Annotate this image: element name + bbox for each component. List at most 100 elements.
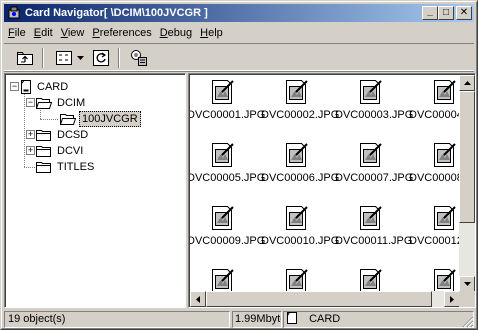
arrow-up-icon bbox=[463, 81, 471, 85]
menu-label-rest: dit bbox=[41, 27, 53, 39]
status-location: CARD bbox=[283, 311, 474, 328]
scroll-down-button[interactable] bbox=[459, 276, 475, 292]
card-navigator-window: Card Navigator[ \DCIM\100JVCGR ] _ □ ✕ F… bbox=[0, 0, 478, 330]
menu-label-rest: ebug bbox=[167, 27, 193, 39]
menu-accelerator: D bbox=[159, 27, 168, 39]
tree-expander-card[interactable]: − bbox=[10, 82, 19, 91]
image-file-icon bbox=[285, 142, 309, 168]
scroll-right-button[interactable] bbox=[444, 291, 460, 307]
menu-help[interactable]: Help bbox=[196, 24, 227, 42]
large-icons-view-icon bbox=[56, 51, 72, 65]
toolbar bbox=[4, 43, 474, 72]
refresh-button[interactable] bbox=[90, 48, 112, 68]
file-name: DVC00005.JPG bbox=[189, 172, 266, 184]
file-name: DVC00007.JPG bbox=[335, 172, 414, 184]
tree-item-dcvi[interactable]: DCVI bbox=[36, 143, 85, 159]
file-item[interactable]: DVC00009.JPG bbox=[189, 203, 266, 263]
card-connect-icon bbox=[131, 50, 147, 66]
open-folder-icon bbox=[60, 112, 76, 126]
image-file-icon bbox=[433, 79, 457, 105]
tree-item-label: DCSD bbox=[57, 129, 89, 141]
views-button[interactable] bbox=[54, 48, 74, 68]
folder-icon bbox=[36, 128, 52, 142]
tree-item-card[interactable]: CARD bbox=[20, 79, 70, 95]
file-item[interactable]: DVC00007.JPG bbox=[335, 140, 414, 200]
tree-expander-dcim[interactable]: − bbox=[26, 98, 35, 107]
menu-label-rest: iew bbox=[67, 27, 85, 39]
file-name: DVC00006.JPG bbox=[261, 172, 340, 184]
menu-preferences[interactable]: Preferences bbox=[88, 24, 155, 42]
vertical-scrollbar[interactable] bbox=[459, 75, 475, 292]
minimize-icon: _ bbox=[427, 6, 433, 17]
scroll-left-button[interactable] bbox=[190, 291, 206, 307]
menu-label-rest: elp bbox=[208, 27, 223, 39]
file-name: DVC00010.JPG bbox=[261, 235, 340, 247]
close-button[interactable]: ✕ bbox=[456, 6, 472, 20]
tree-item-dcsd[interactable]: DCSD bbox=[36, 127, 90, 143]
tree-item-titles[interactable]: TITLES bbox=[36, 159, 96, 175]
file-name: DVC00001.JPG bbox=[189, 109, 266, 121]
minimize-button[interactable]: _ bbox=[422, 6, 438, 20]
image-file-icon bbox=[211, 79, 235, 105]
menu-accelerator: F bbox=[8, 27, 15, 39]
folder-tree-pane[interactable]: − CARD − DCIM 100JVCGR + DCSD + DCVI TITLES bbox=[4, 73, 186, 308]
title-bar[interactable]: Card Navigator[ \DCIM\100JVCGR ] _ □ ✕ bbox=[4, 4, 474, 22]
up-folder-button[interactable] bbox=[14, 48, 36, 68]
card-icon bbox=[20, 80, 32, 94]
tree-item-label: TITLES bbox=[57, 161, 95, 173]
tree-connector-line bbox=[24, 167, 35, 168]
menu-bar: File Edit View Preferences Debug Help bbox=[4, 24, 227, 42]
views-dropdown[interactable] bbox=[75, 48, 85, 68]
status-size: 1.99Mbyte bbox=[232, 311, 282, 328]
tree-item-label: 100JVCGR bbox=[79, 111, 141, 127]
file-item[interactable]: DVC00011.JPG bbox=[335, 203, 412, 263]
close-icon: ✕ bbox=[459, 7, 469, 18]
file-item[interactable]: DVC00005.JPG bbox=[189, 140, 266, 200]
image-file-icon bbox=[211, 142, 235, 168]
menu-label-rest: references bbox=[99, 27, 152, 39]
maximize-button[interactable]: □ bbox=[438, 6, 454, 20]
card-connect-button[interactable] bbox=[128, 48, 150, 68]
horizontal-scrollbar[interactable] bbox=[190, 291, 460, 307]
image-file-icon bbox=[211, 205, 235, 231]
image-file-icon bbox=[433, 205, 457, 231]
tree-connector-line bbox=[24, 89, 25, 167]
file-item[interactable]: DVC00001.JPG bbox=[189, 77, 266, 137]
menu-accelerator: P bbox=[92, 27, 100, 39]
file-item[interactable]: DVC00010.JPG bbox=[261, 203, 340, 263]
image-file-icon bbox=[359, 205, 383, 231]
tree-item-label: DCVI bbox=[57, 145, 84, 157]
file-name: DVC00009.JPG bbox=[189, 235, 266, 247]
horizontal-scroll-thumb[interactable] bbox=[206, 291, 432, 307]
file-item[interactable]: DVC00006.JPG bbox=[261, 140, 340, 200]
menu-accelerator: H bbox=[200, 27, 209, 39]
tree-item-label: DCIM bbox=[57, 97, 86, 109]
menu-view[interactable]: View bbox=[57, 24, 89, 42]
image-file-icon bbox=[285, 205, 309, 231]
arrow-left-icon bbox=[196, 295, 200, 303]
file-list-pane[interactable]: DVC00012.JPGDVC00011.JPGDVC00010.JPGDVC0… bbox=[188, 73, 476, 308]
menu-edit[interactable]: Edit bbox=[30, 24, 57, 42]
toolbar-separator bbox=[118, 48, 120, 68]
tree-connector-line bbox=[40, 119, 58, 120]
scroll-up-button[interactable] bbox=[459, 75, 475, 91]
tree-expander-dcvi[interactable]: + bbox=[26, 146, 35, 155]
tree-expander-dcsd[interactable]: + bbox=[26, 130, 35, 139]
arrow-right-icon bbox=[450, 295, 454, 303]
tree-item-100jvcgr[interactable]: 100JVCGR bbox=[60, 111, 141, 127]
vertical-scroll-thumb[interactable] bbox=[459, 91, 475, 223]
folder-icon bbox=[36, 160, 52, 174]
file-item[interactable]: DVC00002.JPG bbox=[261, 77, 339, 137]
tree-item-dcim[interactable]: DCIM bbox=[36, 95, 87, 111]
menu-debug[interactable]: Debug bbox=[156, 24, 196, 42]
file-item[interactable]: DVC00003.JPG bbox=[335, 77, 413, 137]
app-icon[interactable] bbox=[6, 5, 22, 21]
window-title: Card Navigator[ \DCIM\100JVCGR ] bbox=[25, 7, 208, 19]
menu-file[interactable]: File bbox=[4, 24, 30, 42]
image-file-icon bbox=[285, 79, 309, 105]
menu-accelerator: E bbox=[33, 27, 42, 39]
chevron-down-icon bbox=[76, 56, 84, 60]
resize-grip-icon[interactable] bbox=[461, 315, 474, 328]
up-folder-icon bbox=[17, 52, 33, 65]
toolbar-separator bbox=[42, 48, 44, 68]
